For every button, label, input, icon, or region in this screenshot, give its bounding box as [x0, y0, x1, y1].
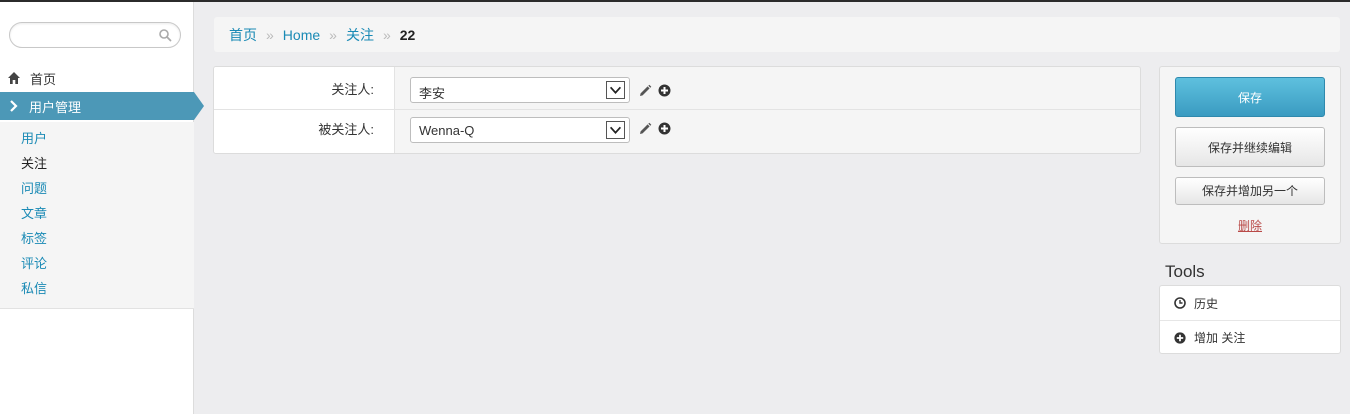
home-icon [8, 72, 20, 84]
top-bar [0, 0, 1350, 2]
breadcrumb-separator: » [329, 26, 337, 43]
sidebar-item-label: 首页 [30, 71, 57, 87]
plus-circle-icon [1174, 331, 1186, 344]
followee-label: 被关注人: [214, 110, 395, 153]
sidebar-item-tags[interactable]: 标签 [0, 230, 194, 255]
follower-label: 关注人: [214, 67, 395, 109]
edit-form: 关注人: 李安 被关注人: Wenna-Q [213, 66, 1141, 154]
pencil-icon[interactable] [638, 122, 652, 136]
form-row-follower: 关注人: 李安 [214, 67, 1140, 110]
sidebar-item-users[interactable]: 用户 [0, 130, 194, 155]
plus-circle-icon[interactable] [658, 84, 671, 97]
tool-add-follow[interactable]: 增加 关注 [1160, 320, 1340, 354]
breadcrumb-separator: » [266, 26, 274, 43]
tool-history-label: 历史 [1194, 296, 1219, 311]
breadcrumb-link-model[interactable]: 关注 [346, 25, 374, 45]
sidebar-item-comments[interactable]: 评论 [0, 255, 194, 280]
tool-add-follow-label: 增加 关注 [1194, 331, 1246, 345]
followee-select[interactable]: Wenna-Q [410, 117, 630, 143]
breadcrumb-link-app[interactable]: Home [283, 27, 320, 43]
sidebar-item-follows[interactable]: 关注 [0, 155, 194, 180]
chevron-down-icon[interactable] [606, 81, 625, 99]
sidebar-item-articles[interactable]: 文章 [0, 205, 194, 230]
sidebar-section-label: 用户管理 [29, 99, 82, 115]
tools-panel: 历史 增加 关注 [1159, 285, 1341, 354]
breadcrumb-link-home[interactable]: 首页 [229, 25, 257, 45]
sidebar: 首页 用户管理 用户 关注 问题 文章 标签 评论 私信 [0, 2, 204, 414]
save-continue-button[interactable]: 保存并继续编辑 [1175, 127, 1325, 167]
followee-select-value: Wenna-Q [419, 123, 475, 138]
follower-select[interactable]: 李安 [410, 77, 630, 103]
breadcrumb: 首页 » Home » 关注 » 22 [214, 17, 1340, 52]
breadcrumb-separator: » [382, 26, 391, 43]
search-box [9, 22, 181, 48]
sidebar-item-home[interactable]: 首页 [0, 66, 194, 90]
actions-panel: 保存 保存并继续编辑 保存并增加另一个 删除 [1159, 66, 1341, 244]
chevron-right-icon [10, 100, 18, 112]
follower-select-value: 李安 [419, 86, 446, 101]
clock-icon [1174, 297, 1186, 309]
sidebar-section-user-management[interactable]: 用户管理 [0, 92, 204, 120]
tools-title: Tools [1165, 262, 1205, 281]
search-icon[interactable] [158, 28, 172, 42]
delete-link[interactable]: 删除 [1160, 217, 1340, 234]
search-input[interactable] [20, 23, 160, 47]
save-add-another-button[interactable]: 保存并增加另一个 [1175, 177, 1325, 205]
sidebar-subnav: 用户 关注 问题 文章 标签 评论 私信 [0, 122, 194, 309]
chevron-down-icon[interactable] [606, 121, 625, 139]
sidebar-item-messages[interactable]: 私信 [0, 280, 194, 305]
sidebar-item-questions[interactable]: 问题 [0, 180, 194, 205]
tool-history[interactable]: 历史 [1160, 286, 1340, 320]
plus-circle-icon[interactable] [658, 122, 671, 135]
save-button[interactable]: 保存 [1175, 77, 1325, 117]
breadcrumb-current: 22 [399, 26, 416, 43]
form-row-followee: 被关注人: Wenna-Q [214, 110, 1140, 153]
pencil-icon[interactable] [638, 84, 652, 98]
